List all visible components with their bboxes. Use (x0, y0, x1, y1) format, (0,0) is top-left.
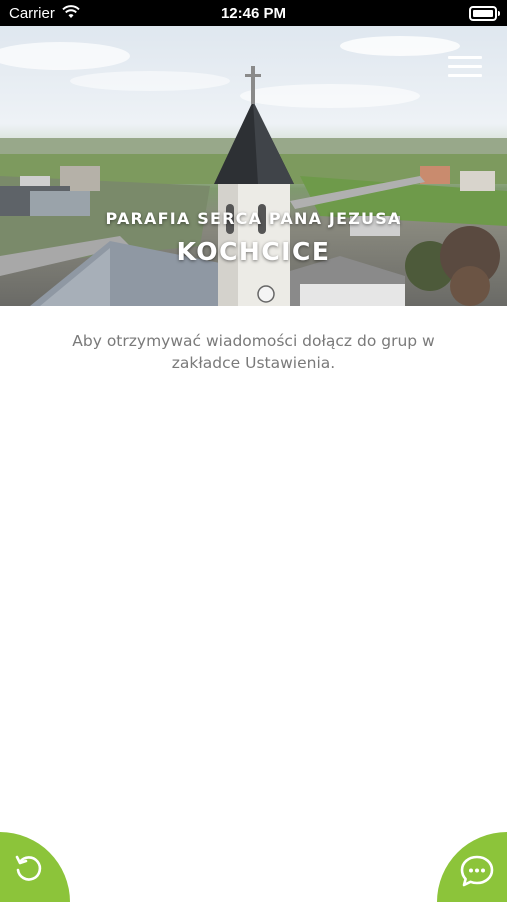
join-groups-info: Aby otrzymywać wiadomości dołącz do grup… (72, 332, 435, 372)
chat-icon (460, 855, 494, 887)
parish-title: KOCHCICE (176, 237, 331, 266)
hamburger-menu-icon (448, 56, 482, 59)
parish-subtitle: PARAFIA SERCA PANA JEZUSA (105, 209, 402, 228)
menu-button[interactable] (448, 56, 482, 80)
status-bar: Carrier 12:46 PM (0, 0, 507, 26)
refresh-button[interactable] (0, 832, 70, 902)
chat-button[interactable] (437, 832, 507, 902)
refresh-icon (15, 855, 42, 881)
clock: 12:46 PM (220, 5, 287, 22)
hero-banner: PARAFIA SERCA PANA JEZUSA KOCHCICE (0, 26, 507, 306)
battery-icon (469, 6, 500, 21)
